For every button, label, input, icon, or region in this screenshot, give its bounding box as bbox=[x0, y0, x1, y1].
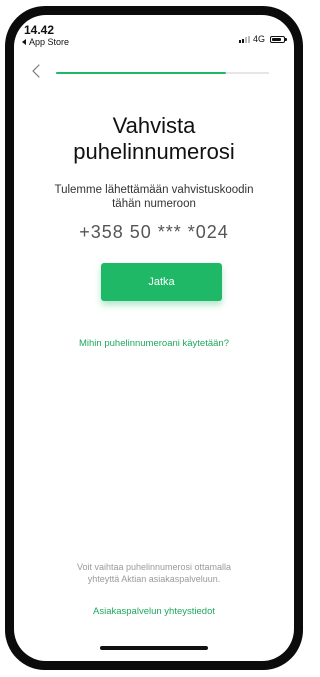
change-number-info: Voit vaihtaa puhelinnumerosi ottamalla y… bbox=[34, 561, 274, 585]
signal-icon bbox=[238, 35, 250, 43]
back-triangle-icon bbox=[22, 39, 26, 45]
screen: 14.42 App Store 4G Vahvista puhelinnumer… bbox=[14, 15, 294, 661]
page-subtitle: Tulemme lähettämään vahvistuskoodin tähä… bbox=[14, 183, 294, 211]
navigation-row bbox=[14, 61, 294, 83]
masked-phone-number: +358 50 *** *024 bbox=[79, 222, 229, 242]
back-to-app-label: App Store bbox=[29, 37, 70, 47]
info-line-1: Voit vaihtaa puhelinnumerosi ottamalla bbox=[76, 562, 232, 572]
page-title-line-1: Vahvista bbox=[112, 113, 196, 138]
progress-bar bbox=[56, 72, 269, 74]
page-title-line-2: puhelinnumerosi bbox=[73, 139, 235, 164]
continue-button[interactable]: Jatka bbox=[101, 263, 222, 301]
battery-icon bbox=[270, 35, 287, 43]
subtitle-line-2: tähän numeroon bbox=[112, 198, 196, 210]
page-title: Vahvista puhelinnumerosi bbox=[14, 113, 294, 165]
chevron-left-icon[interactable] bbox=[29, 63, 45, 79]
status-time: 14.42 bbox=[24, 23, 55, 37]
status-bar: 14.42 App Store 4G bbox=[14, 15, 294, 55]
status-indicators: 4G bbox=[238, 34, 287, 44]
home-indicator[interactable] bbox=[100, 646, 208, 650]
progress-fill bbox=[56, 72, 227, 74]
info-line-2: yhteyttä Aktian asiakaspalveluun. bbox=[87, 574, 221, 584]
back-to-app-store[interactable]: App Store bbox=[22, 37, 69, 47]
subtitle-line-1: Tulemme lähettämään vahvistuskoodin bbox=[54, 184, 254, 196]
why-phone-number-link[interactable]: Mihin puhelinnumeroani käytetään? bbox=[14, 338, 294, 349]
customer-service-link[interactable]: Asiakaspalvelun yhteystiedot bbox=[14, 606, 294, 617]
network-type: 4G bbox=[252, 34, 265, 44]
phone-frame: 14.42 App Store 4G Vahvista puhelinnumer… bbox=[5, 6, 303, 670]
